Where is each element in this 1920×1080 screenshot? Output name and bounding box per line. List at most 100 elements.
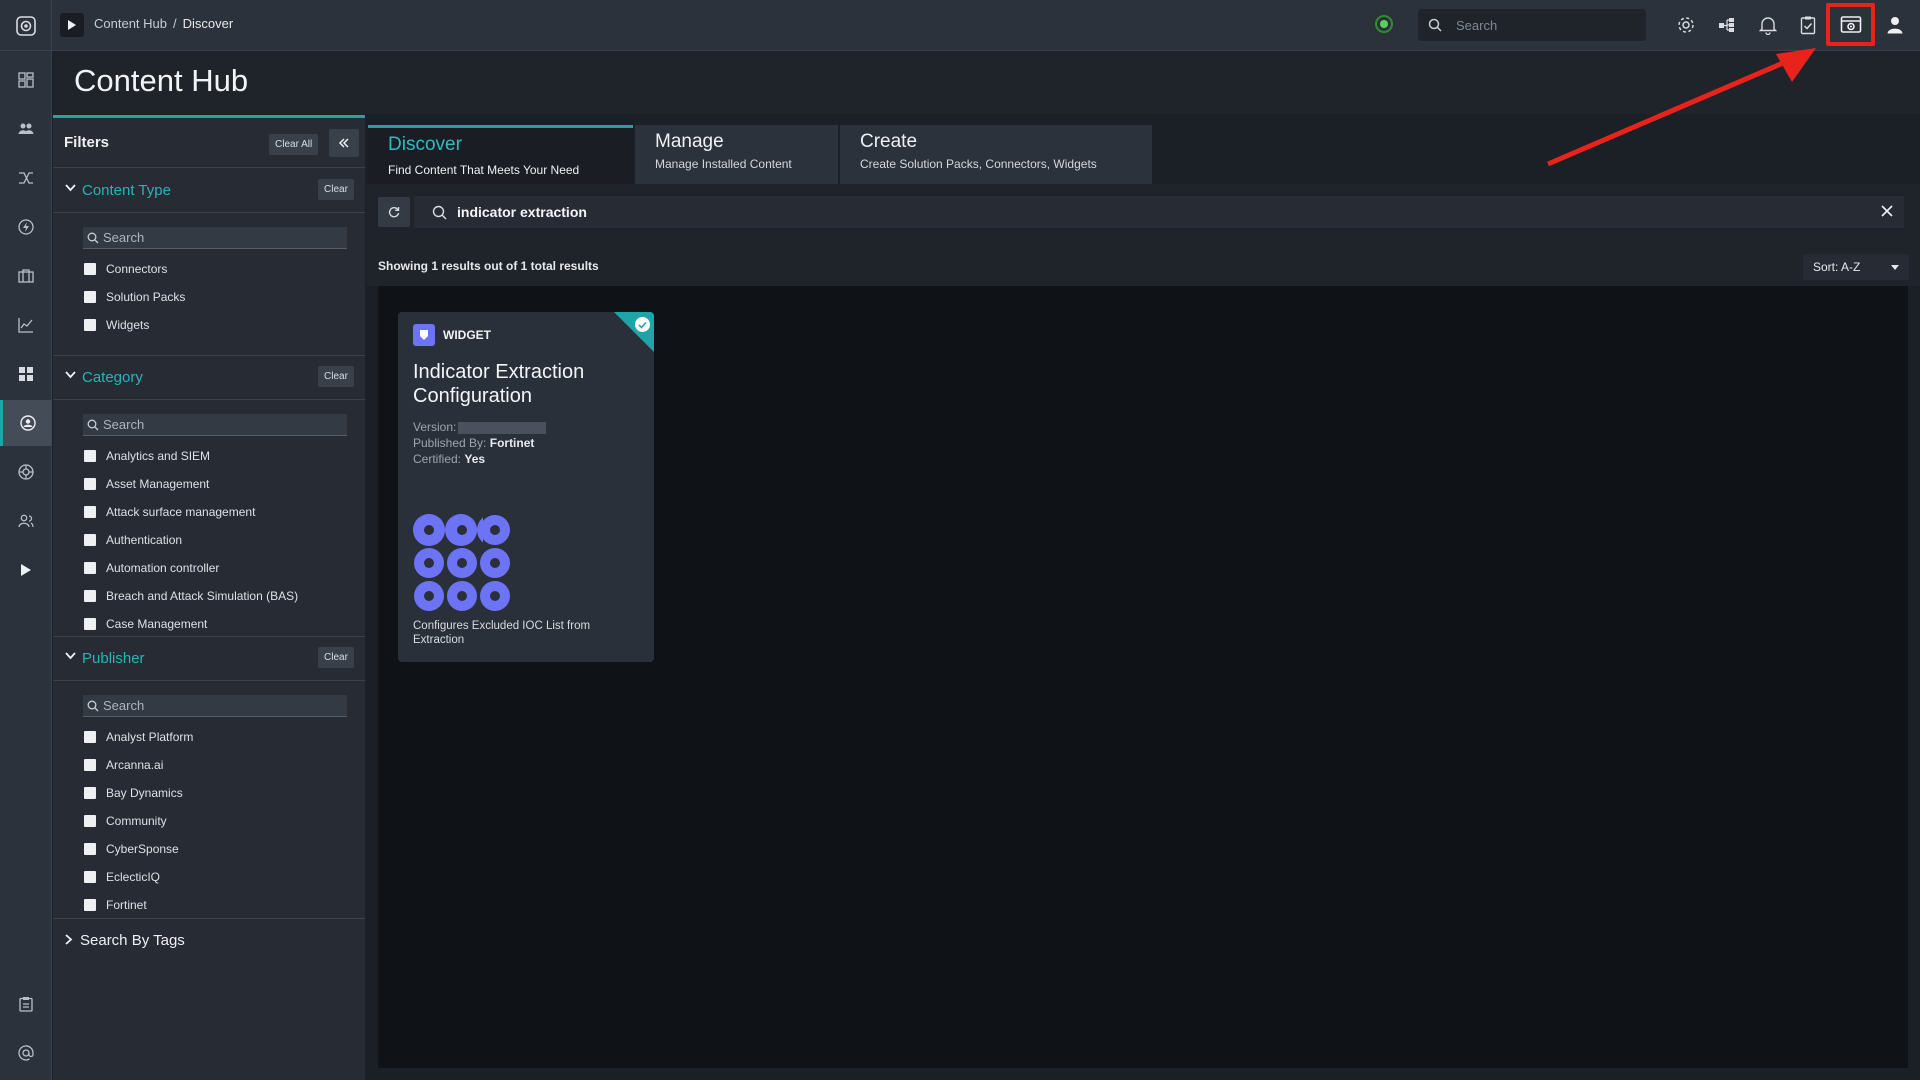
content-hub-icon[interactable] — [0, 400, 52, 446]
breadcrumb-parent[interactable]: Content Hub — [94, 16, 167, 31]
checkbox[interactable] — [84, 263, 96, 275]
sort-dropdown[interactable]: Sort: A-Z — [1803, 254, 1909, 280]
publisher-clear-button[interactable]: Clear — [318, 647, 354, 668]
lightning-icon[interactable] — [0, 204, 52, 250]
checkbox[interactable] — [84, 506, 96, 518]
filter-option[interactable]: Automation controller — [84, 558, 219, 578]
tab-title: Create — [860, 131, 918, 152]
search-query[interactable]: indicator extraction — [457, 204, 587, 220]
filter-option[interactable]: Analytics and SIEM — [84, 446, 210, 466]
publisher-search-input[interactable] — [103, 698, 333, 713]
content-type-clear-button[interactable]: Clear — [318, 179, 354, 200]
filter-option[interactable]: Fortinet — [84, 895, 147, 915]
content-type-search[interactable] — [83, 227, 347, 249]
option-label: Asset Management — [106, 477, 210, 491]
bell-icon[interactable] — [1755, 12, 1781, 38]
filter-option[interactable]: Bay Dynamics — [84, 783, 183, 803]
option-label: Widgets — [106, 318, 150, 332]
category-search[interactable] — [83, 414, 347, 436]
checkbox[interactable] — [84, 731, 96, 743]
checkbox[interactable] — [84, 759, 96, 771]
content-type-search-input[interactable] — [103, 230, 333, 245]
caret-down-icon — [1891, 265, 1899, 270]
filter-option[interactable]: EclecticIQ — [84, 867, 160, 887]
content-search-input[interactable]: indicator extraction — [414, 196, 1904, 228]
run-icon[interactable] — [0, 547, 52, 593]
filter-option[interactable]: Community — [84, 811, 167, 831]
globe-icon[interactable] — [0, 449, 52, 495]
filter-option[interactable]: Case Management — [84, 614, 207, 634]
play-icon[interactable] — [60, 13, 84, 37]
checkbox[interactable] — [84, 291, 96, 303]
option-label: Solution Packs — [106, 290, 186, 304]
checkbox[interactable] — [84, 319, 96, 331]
checkbox[interactable] — [84, 562, 96, 574]
checkbox[interactable] — [84, 590, 96, 602]
apps-icon[interactable] — [0, 351, 52, 397]
double-chevron-left-icon[interactable] — [329, 129, 359, 157]
refresh-icon[interactable] — [378, 197, 410, 227]
tab-create[interactable]: Create Create Solution Packs, Connectors… — [840, 125, 1152, 184]
chevron-down-icon — [65, 371, 76, 379]
option-label: CyberSponse — [106, 842, 179, 856]
checkbox[interactable] — [84, 843, 96, 855]
filter-option[interactable]: Widgets — [84, 315, 149, 335]
checkbox[interactable] — [84, 871, 96, 883]
filter-option[interactable]: Analyst Platform — [84, 727, 193, 747]
filter-option[interactable]: Connectors — [84, 259, 167, 279]
category-header[interactable]: Category Clear — [53, 356, 365, 400]
filter-option[interactable]: Arcanna.ai — [84, 755, 163, 775]
filter-option[interactable]: Breach and Attack Simulation (BAS) — [84, 586, 298, 606]
content-search-row: indicator extraction — [366, 184, 1920, 246]
filter-option[interactable]: Solution Packs — [84, 287, 185, 307]
tab-discover[interactable]: Discover Find Content That Meets Your Ne… — [368, 125, 633, 184]
filter-option[interactable]: Attack surface management — [84, 502, 255, 522]
clipboard-icon[interactable] — [0, 981, 52, 1027]
dashboard-icon[interactable] — [0, 57, 52, 103]
team-icon[interactable] — [0, 106, 52, 152]
filters-title: Filters — [64, 134, 110, 151]
clear-all-button[interactable]: Clear All — [269, 134, 319, 155]
content-card[interactable]: WIDGET Indicator Extraction Configuratio… — [398, 312, 654, 662]
card-publisher: Published By: Fortinet — [413, 436, 534, 450]
briefcase-icon[interactable] — [0, 253, 52, 299]
shuffle-icon[interactable] — [0, 155, 52, 201]
users-icon[interactable] — [0, 498, 52, 544]
top-search-input[interactable] — [1456, 17, 1626, 33]
app-logo-icon[interactable] — [0, 0, 52, 51]
checkbox[interactable] — [84, 534, 96, 546]
at-icon[interactable] — [0, 1030, 52, 1076]
top-search-box[interactable] — [1418, 9, 1646, 41]
user-icon[interactable] — [1882, 12, 1908, 38]
status-icon[interactable] — [1375, 15, 1393, 33]
filter-option[interactable]: Authentication — [84, 530, 182, 550]
option-label: Case Management — [106, 617, 208, 631]
category-search-input[interactable] — [103, 417, 333, 432]
option-label: Connectors — [106, 262, 168, 276]
clipboard-check-icon[interactable] — [1795, 12, 1821, 38]
filter-option[interactable]: CyberSponse — [84, 839, 179, 859]
search-icon — [1428, 18, 1442, 32]
tab-subtitle: Create Solution Packs, Connectors, Widge… — [860, 157, 1097, 171]
checkbox[interactable] — [84, 450, 96, 462]
checkbox[interactable] — [84, 787, 96, 799]
search-by-tags[interactable]: Search By Tags — [53, 918, 365, 962]
publisher-header[interactable]: Publisher Clear — [53, 637, 365, 681]
category-title: Category — [82, 369, 143, 386]
checkbox[interactable] — [84, 899, 96, 911]
filter-option[interactable]: Asset Management — [84, 474, 209, 494]
checkbox[interactable] — [84, 478, 96, 490]
page-title: Content Hub — [74, 63, 249, 98]
chevron-right-icon — [65, 934, 73, 945]
content-type-header[interactable]: Content Type Clear — [53, 169, 365, 213]
gear-icon[interactable] — [1673, 12, 1699, 38]
breadcrumb-current: Discover — [182, 16, 234, 31]
close-icon[interactable] — [1880, 204, 1894, 218]
category-clear-button[interactable]: Clear — [318, 366, 354, 387]
hierarchy-icon[interactable] — [1714, 12, 1740, 38]
checkbox[interactable] — [84, 618, 96, 630]
chart-icon[interactable] — [0, 302, 52, 348]
tab-manage[interactable]: Manage Manage Installed Content — [635, 125, 838, 184]
publisher-search[interactable] — [83, 695, 347, 717]
checkbox[interactable] — [84, 815, 96, 827]
